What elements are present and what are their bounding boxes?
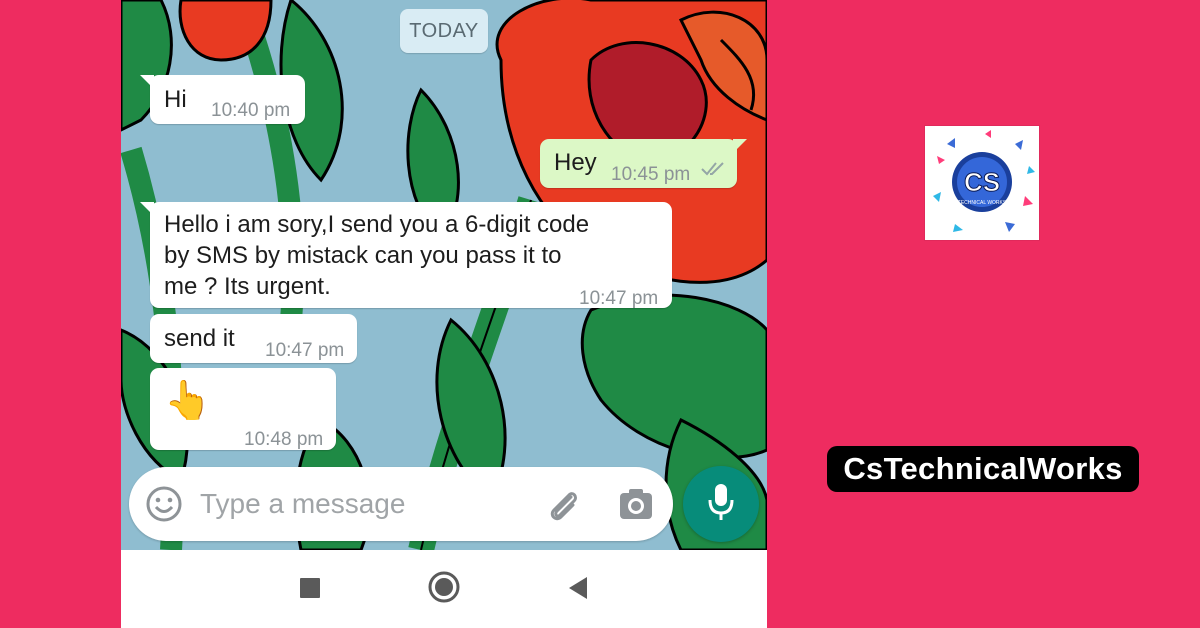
message-bubble[interactable]: Hi 10:40 pm — [140, 75, 305, 124]
message-time: 10:47 pm — [265, 340, 345, 361]
message-line: Hello i am sory,I send you a 6-digit cod… — [164, 211, 590, 238]
logo-initials: CS — [964, 167, 1000, 197]
message-time: 10:45 pm — [611, 164, 691, 185]
message-text: Hey — [554, 149, 597, 176]
brand-name: CsTechnicalWorks — [843, 451, 1123, 486]
bubble-tail — [140, 75, 154, 89]
emoji-message: 👆 — [164, 380, 212, 422]
system-navigation-bar — [121, 550, 767, 628]
message-text: send it — [164, 325, 235, 352]
message-text: Hello i am sory,I send you a 6-digit cod… — [164, 209, 589, 302]
message-line: me ? Its urgent. — [164, 273, 331, 300]
message-text: Hi — [164, 86, 187, 113]
mic-icon — [706, 482, 736, 527]
message-time: 10:40 pm — [211, 100, 291, 121]
message-bubble[interactable]: send it 10:47 pm — [150, 314, 357, 363]
logo-caption: TECHNICAL WORKS — [958, 200, 1007, 206]
message-bubble[interactable]: Hello i am sory,I send you a 6-digit cod… — [140, 202, 672, 309]
message-bubble[interactable]: 👆 10:48 pm — [150, 368, 336, 450]
read-receipt-icon — [701, 157, 727, 188]
message-input-bar[interactable]: Type a message — [129, 467, 673, 541]
recents-icon[interactable] — [300, 578, 320, 598]
message-time: 10:47 pm — [579, 288, 659, 309]
home-icon[interactable] — [427, 570, 461, 604]
message-input-placeholder[interactable]: Type a message — [200, 488, 405, 520]
brand-logo: CS TECHNICAL WORKS — [925, 126, 1039, 240]
back-icon[interactable] — [565, 575, 591, 601]
date-chip: TODAY — [400, 9, 488, 53]
message-line: by SMS by mistack can you pass it to — [164, 242, 562, 269]
attach-icon[interactable] — [543, 485, 583, 525]
bubble-tail — [733, 139, 747, 153]
emoji-icon[interactable] — [145, 485, 183, 523]
brand-label: CsTechnicalWorks — [827, 446, 1139, 492]
message-time: 10:48 pm — [244, 429, 324, 450]
camera-icon[interactable] — [616, 485, 656, 525]
mic-button[interactable] — [683, 466, 759, 542]
bubble-tail — [140, 202, 154, 216]
message-bubble[interactable]: Hey 10:45 pm — [540, 139, 747, 188]
